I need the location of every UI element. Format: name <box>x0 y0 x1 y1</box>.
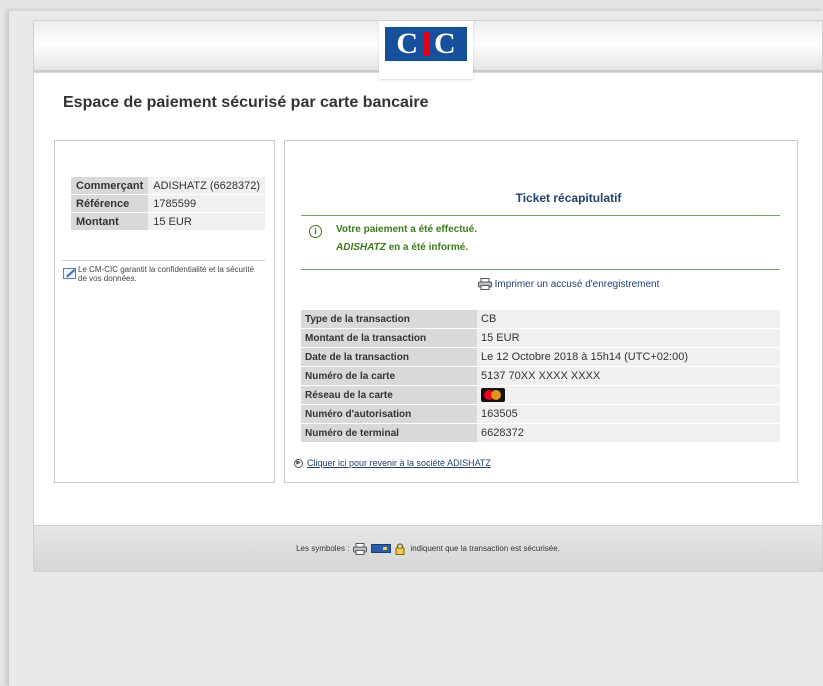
merchant-name: ADISHATZ <box>336 242 386 253</box>
card-network-value <box>477 386 780 404</box>
table-row: Numéro de la carte 5137 70XX XXXX XXXX <box>301 367 780 385</box>
card-number-label: Numéro de la carte <box>301 367 477 385</box>
divider <box>301 215 780 216</box>
divider <box>301 269 780 270</box>
table-row: Montant 15 EUR <box>71 213 266 230</box>
logo-red-bar <box>423 32 429 56</box>
table-row: Numéro de terminal 6628372 <box>301 424 780 442</box>
transaction-type-label: Type de la transaction <box>301 310 477 328</box>
security-note: Le CM-CIC garantit la confidentialité et… <box>62 260 265 283</box>
page-title: Espace de paiement sécurisé par carte ba… <box>63 94 429 111</box>
pencil-icon <box>63 268 76 279</box>
printer-icon <box>477 278 492 290</box>
card-network-label: Réseau de la carte <box>301 386 477 404</box>
logo-letter-left: C <box>396 27 418 60</box>
footer-prefix: Les symboles : <box>296 544 350 553</box>
amount-label: Montant <box>71 213 149 230</box>
transaction-date-label: Date de la transaction <box>301 348 477 366</box>
transaction-amount-value: 15 EUR <box>477 329 780 347</box>
print-receipt-label[interactable]: Imprimer un accusé d'enregistrement <box>495 279 660 290</box>
ticket-panel: Ticket récapitulatif i Votre paiement a … <box>284 140 798 483</box>
terminal-number-value: 6628372 <box>477 424 780 442</box>
table-row: Numéro d'autorisation 163505 <box>301 405 780 423</box>
authorization-number-value: 163505 <box>477 405 780 423</box>
merchant-value: ADISHATZ (6628372) <box>148 177 266 194</box>
logo-letter-right: C <box>434 27 456 60</box>
cic-logo: C C <box>379 21 473 79</box>
transaction-table: Type de la transaction CB Montant de la … <box>301 309 780 443</box>
payment-success-message: Votre paiement a été effectué. <box>336 224 477 235</box>
mastercard-icon <box>481 388 505 402</box>
merchant-label: Commerçant <box>71 177 149 194</box>
table-row: Type de la transaction CB <box>301 310 780 328</box>
ticket-title-text: Ticket récapitulatif <box>515 191 622 205</box>
table-row: Montant de la transaction 15 EUR <box>301 329 780 347</box>
table-row: Référence 1785599 <box>71 195 266 212</box>
merchant-informed-text: en a été informé. <box>385 242 469 253</box>
authorization-number-label: Numéro d'autorisation <box>301 405 477 423</box>
reference-value: 1785599 <box>148 195 266 212</box>
footer-suffix: indiquent que la transaction est sécuris… <box>410 544 560 553</box>
cic-logo-mark: C C <box>385 27 467 61</box>
payment-page: C C Espace de paiement sécurisé par cart… <box>33 20 823 572</box>
amount-value: 15 EUR <box>148 213 266 230</box>
lock-icon <box>395 542 405 555</box>
print-receipt-link[interactable]: Imprimer un accusé d'enregistrement <box>285 278 797 293</box>
transaction-date-value: Le 12 Octobre 2018 à 15h14 (UTC+02:00) <box>477 348 780 366</box>
reference-label: Référence <box>71 195 149 212</box>
ticket-title: Ticket récapitulatif <box>285 191 797 205</box>
table-row: Commerçant ADISHATZ (6628372) <box>71 177 266 194</box>
transaction-amount-label: Montant de la transaction <box>301 329 477 347</box>
transaction-type-value: CB <box>477 310 780 328</box>
arrow-right-icon: ▶ <box>294 458 303 468</box>
terminal-number-label: Numéro de terminal <box>301 424 477 442</box>
security-note-text: Le CM-CIC garantit la confidentialité et… <box>78 265 255 283</box>
info-icon: i <box>309 225 322 238</box>
return-to-merchant[interactable]: ▶ Cliquer ici pour revenir à la société … <box>294 458 491 468</box>
merchant-info-table: Commerçant ADISHATZ (6628372) Référence … <box>71 176 266 231</box>
table-row: Réseau de la carte <box>301 386 780 404</box>
security-footer: Les symboles : indiquent que la transact… <box>34 525 822 571</box>
merchant-informed-message: ADISHATZ en a été informé. <box>336 242 468 253</box>
printer-icon <box>353 542 368 555</box>
card-number-value: 5137 70XX XXXX XXXX <box>477 367 780 385</box>
key-icon <box>371 544 392 553</box>
return-to-merchant-link[interactable]: Cliquer ici pour revenir à la société AD… <box>307 458 491 468</box>
merchant-panel: Commerçant ADISHATZ (6628372) Référence … <box>54 140 275 483</box>
table-row: Date de la transaction Le 12 Octobre 201… <box>301 348 780 366</box>
